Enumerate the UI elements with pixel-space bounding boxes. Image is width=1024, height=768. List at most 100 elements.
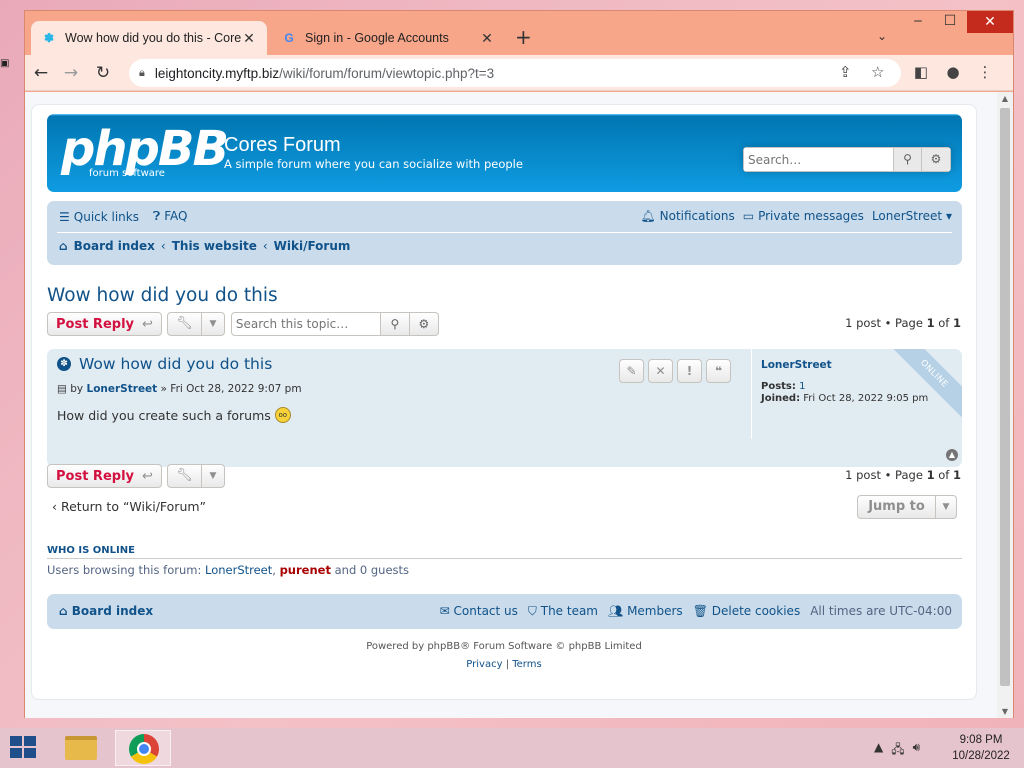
private-messages-link[interactable]: ▭ Private messages bbox=[743, 209, 864, 223]
breadcrumb: ⌂ Board index ‹ This website ‹ Wiki/Foru… bbox=[59, 239, 350, 253]
quick-links-button[interactable]: ☰ Quick links bbox=[59, 210, 139, 224]
tab-search-chevron-icon[interactable]: ⌄ bbox=[877, 29, 887, 43]
advanced-search-gear-icon[interactable]: ⚙ bbox=[922, 147, 951, 172]
taskbar-file-explorer[interactable] bbox=[53, 730, 109, 766]
volume-icon[interactable]: 🔊︎ bbox=[913, 740, 921, 761]
post: ✽ Wow how did you do this ▤ by LonerStree… bbox=[47, 349, 962, 467]
share-icon[interactable]: ⇪ bbox=[839, 63, 852, 81]
faq-link[interactable]: ❓︎ FAQ bbox=[153, 209, 187, 224]
quote-icon[interactable]: ❝ bbox=[706, 359, 731, 383]
site-title: Cores Forum bbox=[224, 134, 341, 156]
topic-title[interactable]: Wow how did you do this bbox=[47, 285, 278, 306]
post-author-link[interactable]: LonerStreet bbox=[87, 383, 158, 395]
close-window-button[interactable]: ✕ bbox=[967, 11, 1013, 33]
reply-arrow-icon: ↩ bbox=[142, 468, 153, 484]
members-link[interactable]: 👥︎ Members bbox=[608, 604, 683, 619]
scroll-down-icon[interactable]: ▼ bbox=[997, 707, 1013, 716]
bookmark-star-icon[interactable]: ☆ bbox=[871, 63, 884, 81]
topic-status-icon: ✽ bbox=[57, 357, 71, 371]
privacy-link[interactable]: Privacy bbox=[466, 659, 502, 670]
online-user-link[interactable]: LonerStreet bbox=[205, 563, 272, 577]
address-bar[interactable]: 🔒︎ leightoncity.myftp.biz/wiki/forum/for… bbox=[129, 59, 901, 87]
footer-navbar: ⌂ Board index ✉ Contact us ⛉ The team 👥︎… bbox=[47, 594, 962, 629]
close-tab-icon[interactable]: ✕ bbox=[479, 30, 495, 47]
search-icon[interactable]: ⚲ bbox=[893, 147, 922, 172]
post-meta: ▤ by LonerStreet » Fri Oct 28, 2022 9:07… bbox=[57, 383, 302, 395]
close-tab-icon[interactable]: ✕ bbox=[241, 30, 257, 47]
breadcrumb-board-index[interactable]: Board index bbox=[74, 239, 155, 253]
forward-arrow-icon[interactable]: → bbox=[59, 61, 83, 85]
new-tab-button[interactable]: + bbox=[515, 27, 532, 47]
chrome-icon bbox=[129, 734, 159, 764]
post-title[interactable]: ✽ Wow how did you do this bbox=[57, 355, 272, 373]
hamburger-icon: ☰ bbox=[59, 209, 70, 224]
breadcrumb-wiki-forum[interactable]: Wiki/Forum bbox=[274, 239, 351, 253]
return-to-forum-link[interactable]: ‹ Return to “Wiki/Forum” bbox=[52, 499, 206, 514]
delete-cookies-link[interactable]: 🗑︎ Delete cookies bbox=[693, 604, 801, 619]
desktop-edge-glyphs: ▣ bbox=[0, 58, 10, 69]
the-team-link[interactable]: ⛉ The team bbox=[528, 604, 598, 619]
back-to-top-icon[interactable]: ▲ bbox=[946, 449, 958, 461]
tab-forum[interactable]: ✽ Wow how did you do this - Cores ✕ bbox=[31, 21, 267, 55]
profile-username[interactable]: LonerStreet bbox=[761, 359, 832, 371]
users-icon: 👥︎ bbox=[608, 604, 624, 618]
powered-by-text: Powered by phpBB® Forum Software © phpBB… bbox=[366, 641, 642, 652]
profile-stats: Posts: 1 Joined: Fri Oct 28, 2022 9:05 p… bbox=[761, 381, 929, 404]
navbar: ☰ Quick links ❓︎ FAQ 🔔︎ Notifications ▭ Priv… bbox=[47, 201, 962, 265]
jump-to-dropdown[interactable]: Jump to ▼ bbox=[857, 495, 957, 519]
header-search-input[interactable] bbox=[743, 147, 893, 172]
folder-icon bbox=[65, 736, 97, 760]
user-menu[interactable]: LonerStreet ▾ bbox=[872, 209, 952, 223]
minimize-button[interactable]: ‒ bbox=[903, 13, 933, 29]
post-body: How did you create such a forums oo bbox=[57, 407, 291, 423]
scroll-up-icon[interactable]: ▲ bbox=[997, 94, 1013, 103]
reload-icon[interactable]: ↻ bbox=[91, 61, 115, 85]
breadcrumb-this-website[interactable]: This website bbox=[172, 239, 257, 253]
post-reply-button[interactable]: Post Reply ↩ bbox=[47, 464, 162, 488]
post-buttons: ✎ ✕ ! ❝ bbox=[619, 359, 731, 383]
topic-search: ⚲ ⚙ bbox=[230, 312, 439, 336]
forum-header: phpBB forum software Cores Forum A simpl… bbox=[47, 114, 962, 192]
back-arrow-icon[interactable]: ← bbox=[29, 61, 53, 85]
bell-icon: 🔔︎ bbox=[640, 209, 656, 223]
taskbar: ▲ 🖧︎ 🔊︎ 9:08 PM 10/28/2022 bbox=[0, 728, 1024, 768]
inbox-icon: ▭ bbox=[742, 209, 755, 223]
maximize-button[interactable]: ☐ bbox=[935, 13, 965, 29]
caret-down-icon: ▼ bbox=[942, 502, 950, 512]
taskbar-clock[interactable]: 9:08 PM 10/28/2022 bbox=[948, 732, 1014, 764]
breadcrumb-separator-icon: ‹ bbox=[160, 239, 166, 253]
notifications-link[interactable]: 🔔︎ Notifications bbox=[640, 209, 734, 223]
topic-search-input[interactable] bbox=[230, 312, 381, 336]
tab-google-signin[interactable]: G Sign in - Google Accounts ✕ bbox=[271, 21, 505, 55]
topic-tools-dropdown[interactable]: 🔧︎ ▼ bbox=[166, 312, 225, 336]
menu-kebab-icon[interactable]: ⋮ bbox=[975, 63, 995, 81]
scrollbar-thumb[interactable] bbox=[1000, 108, 1010, 686]
page-scrollbar[interactable]: ▲ ▼ bbox=[997, 92, 1013, 718]
topic-tools-dropdown[interactable]: 🔧︎ ▼ bbox=[166, 464, 225, 488]
contact-us-link[interactable]: ✉ Contact us bbox=[440, 604, 518, 619]
profile-avatar-icon[interactable]: ● bbox=[943, 63, 963, 81]
tray-expand-icon[interactable]: ▲ bbox=[874, 740, 883, 761]
side-panel-icon[interactable]: ◧ bbox=[911, 63, 931, 81]
url-text: leightoncity.myftp.biz/wiki/forum/forum/… bbox=[154, 65, 495, 81]
page-viewport: ▲ ▼ phpBB forum software Cores Forum A s… bbox=[25, 92, 1013, 718]
network-icon[interactable]: 🖧︎ bbox=[891, 740, 904, 761]
phpbb-logo[interactable]: phpBB forum software bbox=[61, 124, 229, 180]
terms-link[interactable]: Terms bbox=[512, 659, 541, 670]
pagination-top: 1 post • Page 1 of 1 bbox=[845, 316, 961, 330]
edit-pencil-icon[interactable]: ✎ bbox=[619, 359, 644, 383]
report-exclamation-icon[interactable]: ! bbox=[677, 359, 702, 383]
post-reply-button[interactable]: Post Reply ↩ bbox=[47, 312, 162, 336]
delete-x-icon[interactable]: ✕ bbox=[648, 359, 673, 383]
footer-board-index-link[interactable]: ⌂ Board index bbox=[59, 604, 153, 618]
lock-icon: 🔒︎ bbox=[139, 66, 145, 79]
online-admin-link[interactable]: purenet bbox=[280, 563, 331, 577]
taskbar-chrome[interactable] bbox=[115, 730, 171, 766]
search-icon[interactable]: ⚲ bbox=[380, 312, 410, 336]
pagination-bottom: 1 post • Page 1 of 1 bbox=[845, 468, 961, 482]
google-favicon-icon: G bbox=[284, 31, 294, 45]
navbar-divider bbox=[57, 232, 952, 233]
phpbb-favicon-icon: ✽ bbox=[43, 31, 55, 45]
windows-start-icon[interactable] bbox=[10, 736, 38, 760]
advanced-search-gear-icon[interactable]: ⚙ bbox=[409, 312, 439, 336]
